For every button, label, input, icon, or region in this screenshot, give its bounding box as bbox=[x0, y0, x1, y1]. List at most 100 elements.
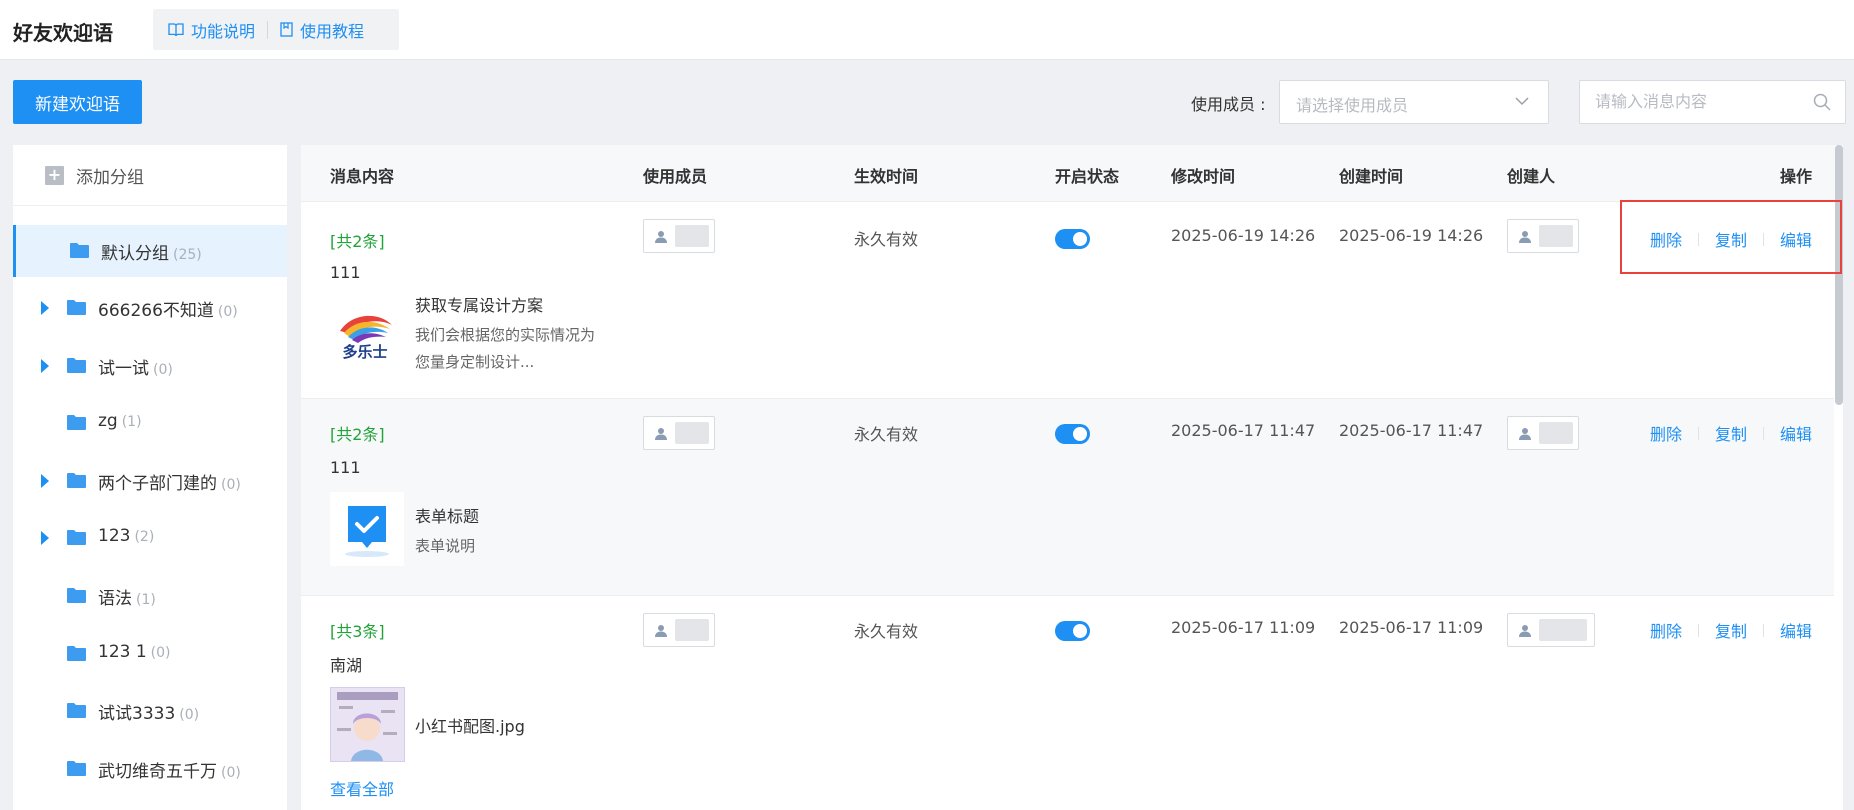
group-name: zg bbox=[98, 411, 118, 431]
modified-time: 2025-06-17 11:09 bbox=[1171, 618, 1316, 637]
creator-avatar-blurred bbox=[1539, 422, 1573, 444]
link-card: 获取专属设计方案 我们会根据您的实际情况为您量身定制设计... bbox=[415, 292, 595, 376]
modified-time: 2025-06-19 14:26 bbox=[1171, 226, 1316, 245]
tutorial-label: 使用教程 bbox=[300, 21, 365, 41]
group-count: (2) bbox=[134, 529, 155, 545]
page-title: 好友欢迎语 bbox=[13, 21, 113, 45]
created-time: 2025-06-17 11:09 bbox=[1339, 618, 1484, 637]
member-filter-label: 使用成员 : bbox=[1191, 95, 1266, 114]
column-header-modified: 修改时间 bbox=[1171, 167, 1236, 186]
welcome-message-table: 消息内容 使用成员 生效时间 开启状态 修改时间 创建时间 创建人 操作 [共2… bbox=[301, 145, 1843, 810]
created-time: 2025-06-19 14:26 bbox=[1339, 226, 1484, 245]
action-divider bbox=[1763, 426, 1765, 440]
created-time: 2025-06-17 11:47 bbox=[1339, 421, 1484, 440]
new-welcome-message-button[interactable]: 新建欢迎语 bbox=[13, 80, 142, 124]
user-icon bbox=[1519, 624, 1531, 637]
sidebar-group-item[interactable]: 语法 (1) bbox=[13, 570, 287, 622]
edit-button[interactable]: 编辑 bbox=[1780, 421, 1812, 445]
folder-icon bbox=[67, 646, 86, 661]
group-label: 试一试 (0) bbox=[98, 354, 173, 379]
image-icon bbox=[337, 692, 398, 761]
group-label: 试试3333 (0) bbox=[98, 699, 199, 724]
expand-caret-icon[interactable] bbox=[41, 531, 49, 545]
sidebar-group-item[interactable]: 123 1 (0) bbox=[13, 628, 287, 680]
folder-icon bbox=[67, 530, 86, 545]
edit-button[interactable]: 编辑 bbox=[1780, 618, 1812, 642]
expand-caret-icon[interactable] bbox=[41, 301, 49, 315]
group-label: zg (1) bbox=[98, 411, 142, 431]
group-name: 两个子部门建的 bbox=[98, 474, 217, 494]
folder-icon bbox=[67, 415, 86, 430]
sidebar-group-item[interactable]: 试试3333 (0) bbox=[13, 685, 287, 737]
delete-button[interactable]: 删除 bbox=[1650, 421, 1682, 445]
link-description: 我们会根据您的实际情况为您量身定制设计... bbox=[415, 326, 596, 371]
expand-caret-icon[interactable] bbox=[41, 359, 49, 373]
help-tabs: 功能说明 使用教程 bbox=[153, 9, 399, 50]
message-text: 111 bbox=[330, 458, 361, 477]
user-icon bbox=[655, 624, 667, 637]
form-description: 表单说明 bbox=[415, 537, 476, 555]
expand-caret-icon[interactable] bbox=[41, 474, 49, 488]
search-icon[interactable] bbox=[1813, 93, 1831, 111]
link-title: 获取专属设计方案 bbox=[415, 296, 544, 315]
message-count: [共2条] bbox=[330, 232, 385, 251]
message-count: [共3条] bbox=[330, 622, 385, 641]
book-icon bbox=[168, 22, 184, 36]
group-name: 试一试 bbox=[98, 359, 149, 379]
feature-description-label: 功能说明 bbox=[191, 21, 256, 41]
sidebar-group-item[interactable]: 试一试 (0) bbox=[13, 340, 287, 392]
validity: 永久有效 bbox=[854, 622, 919, 641]
group-name: 语法 bbox=[98, 589, 132, 609]
validity: 永久有效 bbox=[854, 230, 919, 249]
sidebar-group-item[interactable]: zg (1) bbox=[13, 397, 287, 449]
view-all-link[interactable]: 查看全部 bbox=[330, 776, 394, 800]
status-toggle[interactable] bbox=[1055, 229, 1090, 249]
column-header-validity: 生效时间 bbox=[854, 167, 919, 186]
column-header-members: 使用成员 bbox=[643, 167, 708, 186]
group-name: 123 1 bbox=[98, 642, 147, 662]
table-row: [共3条] 南湖 小红书配图.jpg 查看全部 永久有效 2025-06-17 … bbox=[301, 596, 1834, 810]
add-group-label: 添加分组 bbox=[76, 167, 144, 188]
sidebar-group-item[interactable]: 123 (2) bbox=[13, 512, 287, 564]
message-text: 南湖 bbox=[330, 656, 363, 675]
column-header-creator: 创建人 bbox=[1507, 167, 1556, 186]
user-icon bbox=[1519, 230, 1531, 243]
status-toggle[interactable] bbox=[1055, 621, 1090, 641]
sidebar-group-item[interactable]: 武切维奇五千万 (0) bbox=[13, 743, 287, 795]
group-count: (0) bbox=[221, 477, 241, 493]
folder-icon bbox=[67, 761, 86, 776]
link-thumbnail: 多乐士 bbox=[334, 307, 396, 365]
validity: 永久有效 bbox=[854, 425, 919, 444]
group-label: 123 1 (0) bbox=[98, 642, 171, 662]
feature-description-tab[interactable]: 功能说明 bbox=[168, 18, 255, 42]
member-chip bbox=[643, 416, 715, 450]
tutorial-tab[interactable]: 使用教程 bbox=[280, 18, 364, 42]
delete-button[interactable]: 删除 bbox=[1650, 618, 1682, 642]
member-avatar-blurred bbox=[675, 619, 709, 641]
copy-button[interactable]: 复制 bbox=[1715, 421, 1747, 445]
scrollbar[interactable] bbox=[1835, 145, 1843, 405]
group-count: (1) bbox=[121, 414, 142, 430]
image-filename: 小红书配图.jpg bbox=[415, 717, 525, 736]
copy-button[interactable]: 复制 bbox=[1715, 618, 1747, 642]
table-header: 消息内容 使用成员 生效时间 开启状态 修改时间 创建时间 创建人 操作 bbox=[301, 145, 1843, 202]
creator-chip bbox=[1507, 219, 1579, 253]
column-header-status: 开启状态 bbox=[1055, 167, 1120, 186]
group-count: (0) bbox=[150, 645, 171, 661]
group-name: 666266不知道 bbox=[98, 301, 214, 321]
row-actions: 删除 复制 编辑 bbox=[1650, 618, 1812, 642]
chevron-down-icon bbox=[1515, 97, 1529, 106]
document-icon bbox=[280, 22, 293, 37]
folder-icon bbox=[70, 243, 89, 258]
group-count: (25) bbox=[173, 247, 202, 263]
tab-divider bbox=[267, 20, 269, 39]
sidebar-group-item[interactable]: 两个子部门建的 (0) bbox=[13, 455, 287, 507]
search-input[interactable] bbox=[1595, 81, 1805, 121]
column-header-message: 消息内容 bbox=[330, 167, 395, 186]
member-select[interactable]: 请选择使用成员 bbox=[1279, 80, 1549, 124]
sidebar-group-item[interactable]: 666266不知道 (0) bbox=[13, 282, 287, 334]
status-toggle[interactable] bbox=[1055, 424, 1090, 444]
add-group-button[interactable]: + 添加分组 bbox=[13, 145, 287, 206]
sidebar-group-item[interactable]: 默认分组 (25) bbox=[13, 225, 287, 277]
svg-text:多乐士: 多乐士 bbox=[342, 343, 387, 361]
